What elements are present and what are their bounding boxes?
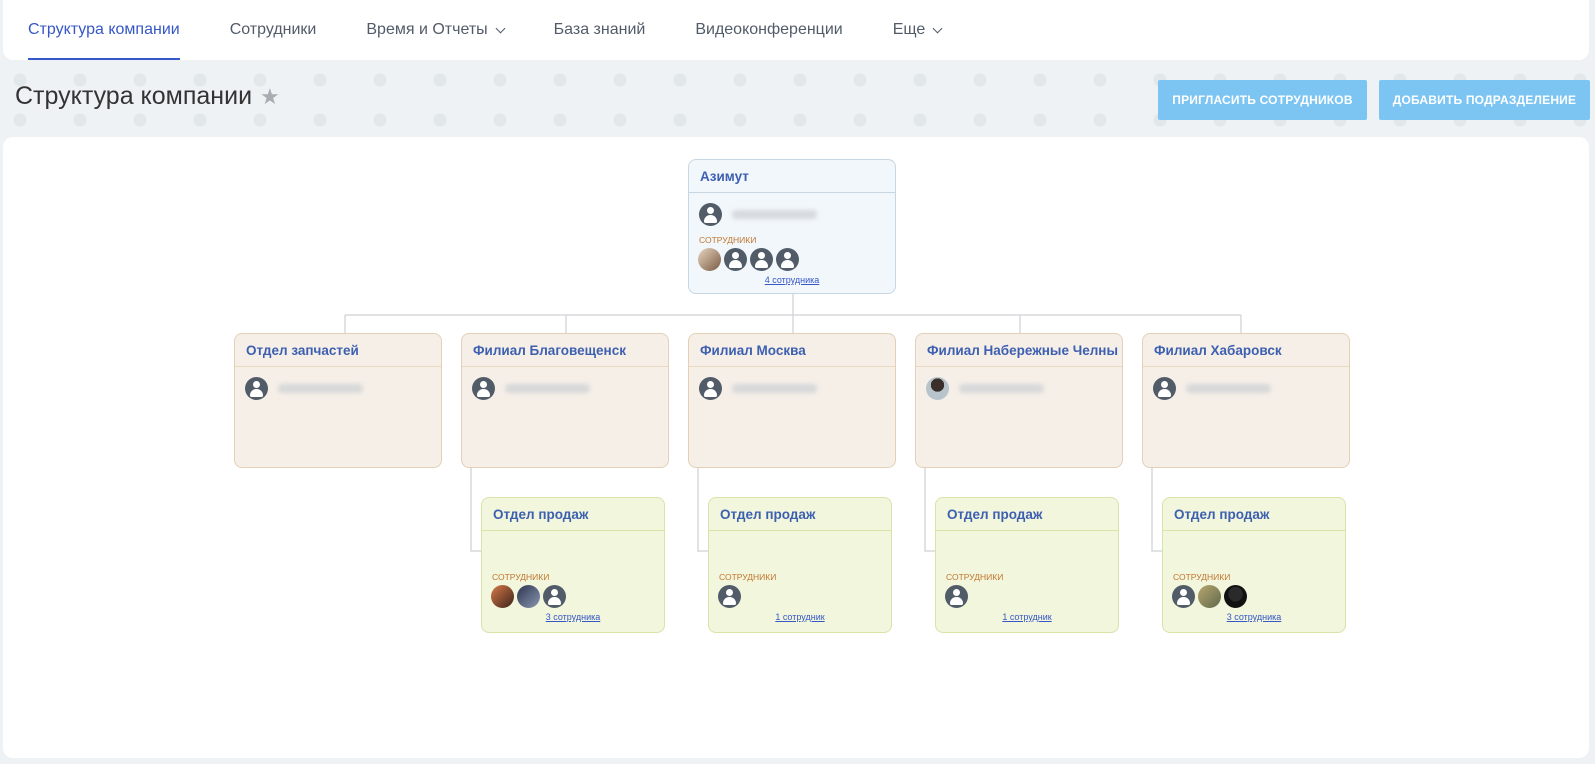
user-avatar-icon[interactable] xyxy=(472,377,495,400)
structure-panel: Азимут СОТРУДНИКИ 4 сотрудника Отдел зап… xyxy=(3,137,1589,758)
tab-knowledge-base[interactable]: База знаний xyxy=(554,0,646,60)
employees-label: СОТРУДНИКИ xyxy=(946,572,1004,582)
department-title[interactable]: Филиал Благовещенск xyxy=(462,334,668,367)
tab-label: Видеоконференции xyxy=(695,21,843,38)
subdepartment-card[interactable]: Отдел продаж СОТРУДНИКИ 3 сотрудника xyxy=(1162,497,1346,633)
blurred-name xyxy=(959,384,1044,393)
employees-count-link[interactable]: 3 сотрудника xyxy=(1163,612,1345,622)
department-head xyxy=(689,367,895,400)
page-title: Структура компании ★ xyxy=(15,82,280,111)
user-avatar-icon[interactable] xyxy=(543,585,566,608)
invite-employees-button[interactable]: ПРИГЛАСИТЬ СОТРУДНИКОВ xyxy=(1158,80,1367,120)
employee-avatars xyxy=(1163,585,1345,608)
department-head xyxy=(916,367,1122,400)
blurred-name xyxy=(732,210,817,219)
department-title[interactable]: Филиал Москва xyxy=(689,334,895,367)
avatar[interactable] xyxy=(491,585,514,608)
chevron-down-icon xyxy=(932,23,943,33)
user-avatar-icon[interactable] xyxy=(245,377,268,400)
employees-label: СОТРУДНИКИ xyxy=(492,572,550,582)
avatar[interactable] xyxy=(926,377,949,400)
department-head xyxy=(689,193,895,226)
user-avatar-icon[interactable] xyxy=(1153,377,1176,400)
employee-avatars xyxy=(709,585,891,608)
department-title[interactable]: Отдел продаж xyxy=(709,498,891,531)
blurred-name xyxy=(732,384,817,393)
department-card[interactable]: Филиал Набережные Челны xyxy=(915,333,1123,468)
tab-label: Время и Отчеты xyxy=(366,21,488,38)
page-title-text: Структура компании xyxy=(15,82,253,110)
user-avatar-icon[interactable] xyxy=(718,585,741,608)
avatar[interactable] xyxy=(1198,585,1221,608)
top-navigation: Структура компании Сотрудники Время и От… xyxy=(3,0,1589,60)
avatar[interactable] xyxy=(1224,585,1247,608)
avatar[interactable] xyxy=(698,248,721,271)
department-head xyxy=(462,367,668,400)
add-department-button[interactable]: ДОБАВИТЬ ПОДРАЗДЕЛЕНИЕ xyxy=(1379,80,1590,120)
employee-avatars xyxy=(936,585,1118,608)
employees-label: СОТРУДНИКИ xyxy=(699,235,757,245)
user-avatar-icon[interactable] xyxy=(945,585,968,608)
department-card[interactable]: Филиал Москва xyxy=(688,333,896,468)
employees-count-link[interactable]: 3 сотрудника xyxy=(482,612,664,622)
tab-time-reports[interactable]: Время и Отчеты xyxy=(366,0,506,60)
employees-label: СОТРУДНИКИ xyxy=(719,572,777,582)
employees-count-link[interactable]: 4 сотрудника xyxy=(689,275,895,285)
department-title[interactable]: Отдел продаж xyxy=(1163,498,1345,531)
user-avatar-icon[interactable] xyxy=(776,248,799,271)
star-icon[interactable]: ★ xyxy=(260,84,280,110)
subdepartment-card[interactable]: Отдел продаж СОТРУДНИКИ 3 сотрудника xyxy=(481,497,665,633)
tab-label: Сотрудники xyxy=(229,21,317,38)
department-title[interactable]: Отдел запчастей xyxy=(235,334,441,367)
chevron-down-icon xyxy=(495,23,506,33)
department-title[interactable]: Филиал Набережные Челны xyxy=(916,334,1122,367)
user-avatar-icon[interactable] xyxy=(699,203,722,226)
department-head xyxy=(235,367,441,400)
user-avatar-icon[interactable] xyxy=(1172,585,1195,608)
tab-company-structure[interactable]: Структура компании xyxy=(28,0,180,60)
employees-count-link[interactable]: 1 сотрудник xyxy=(709,612,891,622)
employees-label: СОТРУДНИКИ xyxy=(1173,572,1231,582)
department-title[interactable]: Филиал Хабаровск xyxy=(1143,334,1349,367)
tab-label: Структура компании xyxy=(28,21,180,38)
department-title[interactable]: Отдел продаж xyxy=(936,498,1118,531)
avatar[interactable] xyxy=(517,585,540,608)
department-card-root[interactable]: Азимут СОТРУДНИКИ 4 сотрудника xyxy=(688,159,896,294)
user-avatar-icon[interactable] xyxy=(699,377,722,400)
subdepartment-card[interactable]: Отдел продаж СОТРУДНИКИ 1 сотрудник xyxy=(708,497,892,633)
department-title[interactable]: Отдел продаж xyxy=(482,498,664,531)
department-card[interactable]: Филиал Благовещенск xyxy=(461,333,669,468)
department-head xyxy=(1143,367,1349,400)
subdepartment-card[interactable]: Отдел продаж СОТРУДНИКИ 1 сотрудник xyxy=(935,497,1119,633)
tab-label: Еще xyxy=(892,21,926,38)
tab-employees[interactable]: Сотрудники xyxy=(230,0,317,60)
employees-count-link[interactable]: 1 сотрудник xyxy=(936,612,1118,622)
user-avatar-icon[interactable] xyxy=(750,248,773,271)
department-title[interactable]: Азимут xyxy=(689,160,895,193)
blurred-name xyxy=(505,384,590,393)
department-card[interactable]: Отдел запчастей xyxy=(234,333,442,468)
tab-label: База знаний xyxy=(553,21,646,38)
blurred-name xyxy=(1186,384,1271,393)
tab-more[interactable]: Еще xyxy=(892,0,943,60)
tab-videoconferences[interactable]: Видеоконференции xyxy=(695,0,842,60)
department-card[interactable]: Филиал Хабаровск xyxy=(1142,333,1350,468)
blurred-name xyxy=(278,384,363,393)
user-avatar-icon[interactable] xyxy=(724,248,747,271)
employee-avatars xyxy=(689,248,895,271)
employee-avatars xyxy=(482,585,664,608)
